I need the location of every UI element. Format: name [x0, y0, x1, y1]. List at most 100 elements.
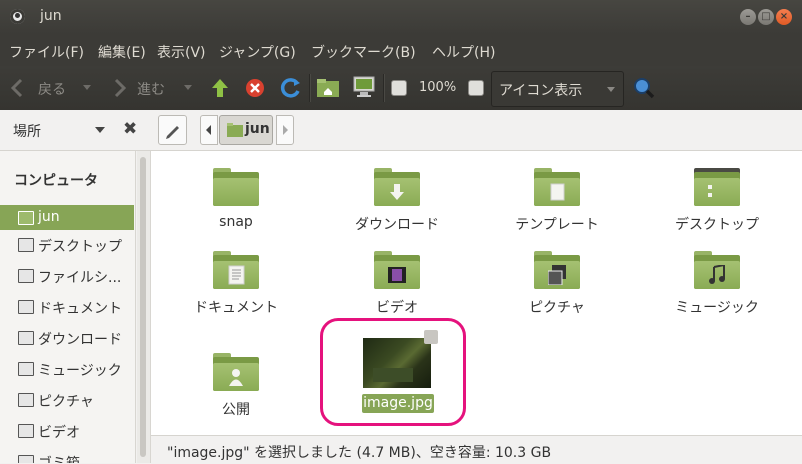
sidebar-item-trash[interactable]: ゴミ箱	[0, 449, 134, 463]
selected-file-label[interactable]: image.jpg	[362, 394, 434, 413]
crumb-right-button[interactable]	[276, 115, 294, 145]
toolbar-separator	[309, 74, 311, 102]
forward-arrow-icon[interactable]	[113, 78, 127, 98]
menu-help[interactable]: ヘルプ(H)	[432, 42, 495, 62]
file-label: デスクトップ	[675, 217, 759, 233]
sidebar-item-desktop[interactable]: デスクトップ	[0, 232, 134, 257]
file-item[interactable]: snap	[171, 156, 301, 236]
sidebar-item-videos[interactable]: ビデオ	[0, 418, 134, 443]
image-thumbnail[interactable]	[363, 338, 431, 388]
file-item[interactable]: ピクチャ	[492, 239, 622, 319]
zoom-in-button[interactable]	[468, 80, 484, 96]
zoom-out-button[interactable]	[391, 80, 407, 96]
menu-file[interactable]: ファイル(F)	[9, 42, 84, 62]
breadcrumb-label: jun	[245, 121, 270, 137]
sidebar-item-label: ファイルシ...	[38, 270, 122, 286]
file-label: ドキュメント	[194, 300, 278, 316]
file-item[interactable]: 公開	[171, 341, 301, 421]
home-folder-icon[interactable]	[316, 78, 340, 98]
menu-edit[interactable]: 編集(E)	[98, 42, 146, 62]
sidebar-item-documents[interactable]: ドキュメント	[0, 294, 134, 319]
sidebar-item-pictures[interactable]: ピクチャ	[0, 387, 134, 412]
sidebar-item-downloads[interactable]: ダウンロード	[0, 325, 134, 350]
file-label: テンプレート	[515, 217, 599, 233]
file-item[interactable]: ミュージック	[652, 239, 782, 319]
status-text: "image.jpg" を選択しました (4.7 MB)、空き容量: 10.3 …	[167, 445, 552, 461]
zoom-level: 100%	[419, 80, 457, 95]
document-icon	[18, 300, 34, 314]
document-folder-icon	[213, 251, 259, 289]
minimize-button[interactable]: –	[740, 9, 756, 25]
desktop-icon	[18, 238, 34, 252]
up-arrow-icon[interactable]	[210, 77, 230, 99]
back-button[interactable]: 戻る	[38, 79, 66, 99]
scrollbar-thumb[interactable]	[140, 157, 146, 457]
home-folder-icon	[227, 123, 243, 137]
close-button[interactable]: ×	[776, 9, 792, 25]
file-label: 公開	[222, 402, 250, 418]
picture-icon	[18, 393, 34, 407]
file-item[interactable]: ドキュメント	[171, 239, 301, 319]
file-label: ミュージック	[675, 300, 759, 316]
music-folder-icon	[694, 251, 740, 289]
file-label: snap	[219, 214, 253, 230]
sidebar: コンピュータ jun デスクトップ ファイルシ... ドキュメント ダウンロード…	[0, 151, 136, 463]
file-view: snap ダウンロード テンプレート デスクトップ ドキュメント ビデオ ピクチ…	[151, 151, 802, 435]
sidebar-item-filesystem[interactable]: ファイルシ...	[0, 263, 134, 288]
file-item[interactable]: テンプレート	[492, 156, 622, 236]
maximize-button[interactable]: □	[758, 9, 774, 25]
chevron-right-icon	[283, 125, 288, 135]
drive-icon	[18, 269, 34, 283]
reload-icon[interactable]	[280, 77, 302, 99]
pencil-icon	[166, 126, 179, 139]
location-bar: 場所 ✖ jun	[0, 110, 802, 151]
sidebar-item-music[interactable]: ミュージック	[0, 356, 134, 381]
breadcrumb-jun[interactable]: jun	[219, 115, 273, 145]
lock-icon	[424, 330, 438, 344]
sidebar-item-label: ミュージック	[38, 363, 122, 379]
file-item[interactable]: ダウンロード	[332, 156, 462, 236]
download-icon	[18, 331, 34, 345]
video-icon	[18, 424, 34, 438]
sidebar-item-jun[interactable]: jun	[0, 205, 134, 230]
sidebar-item-label: ダウンロード	[38, 332, 122, 348]
stop-icon[interactable]	[245, 78, 265, 98]
title-bar: jun – □ ×	[0, 0, 802, 34]
forward-dropdown-icon[interactable]	[184, 85, 192, 90]
download-folder-icon	[374, 168, 420, 206]
view-mode-value: アイコン表示	[499, 83, 583, 99]
places-dropdown-icon[interactable]	[95, 127, 105, 133]
back-arrow-icon[interactable]	[10, 78, 24, 98]
sidebar-item-label: ビデオ	[38, 425, 80, 441]
file-item[interactable]: デスクトップ	[652, 156, 782, 236]
view-mode-select[interactable]: アイコン表示	[491, 71, 624, 107]
menu-view[interactable]: 表示(V)	[157, 42, 206, 62]
toolbar-separator	[383, 74, 385, 102]
video-folder-icon	[374, 251, 420, 289]
chevron-down-icon	[607, 87, 615, 92]
menu-bookmarks[interactable]: ブックマーク(B)	[311, 42, 416, 62]
search-icon[interactable]	[632, 76, 656, 100]
file-label: ビデオ	[376, 300, 418, 316]
picture-folder-icon	[534, 251, 580, 289]
sidebar-item-label: ピクチャ	[38, 394, 94, 410]
public-folder-icon	[213, 353, 259, 391]
file-item[interactable]: ビデオ	[332, 239, 462, 319]
chevron-left-icon	[206, 125, 211, 135]
sidebar-heading: コンピュータ	[14, 173, 98, 189]
edit-location-button[interactable]	[158, 115, 187, 145]
sidebar-item-label: デスクトップ	[38, 239, 122, 255]
sidebar-item-label: ゴミ箱	[38, 453, 80, 463]
crumb-left-button[interactable]	[200, 115, 218, 145]
template-folder-icon	[534, 168, 580, 206]
back-dropdown-icon[interactable]	[83, 85, 91, 90]
trash-icon	[18, 455, 34, 463]
sidebar-item-label: ドキュメント	[38, 301, 122, 317]
close-sidebar-icon[interactable]: ✖	[123, 119, 137, 139]
desktop-folder-icon	[694, 168, 740, 206]
places-label: 場所	[13, 124, 41, 140]
sidebar-scrollbar[interactable]	[137, 151, 150, 463]
menu-go[interactable]: ジャンプ(G)	[219, 42, 296, 62]
forward-button[interactable]: 進む	[137, 79, 165, 99]
computer-icon[interactable]	[352, 75, 376, 99]
